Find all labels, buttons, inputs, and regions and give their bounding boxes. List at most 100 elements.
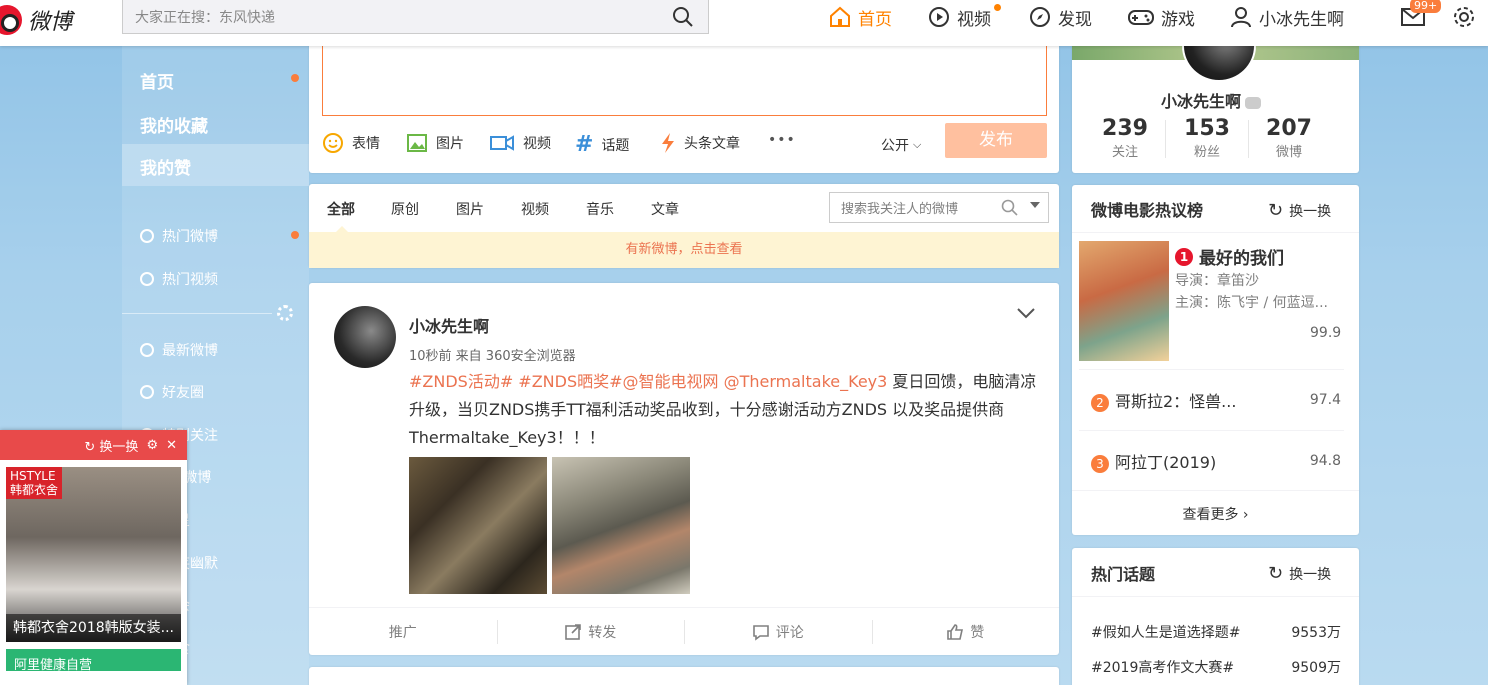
movie-1-title-text: 最好的我们 bbox=[1199, 249, 1284, 269]
refresh-icon: ↻ bbox=[1268, 200, 1284, 221]
like-button[interactable]: 赞 bbox=[871, 608, 1060, 655]
movie-see-more-link[interactable]: 查看更多 › bbox=[1072, 504, 1359, 524]
user-icon bbox=[1231, 7, 1251, 28]
ad-settings-icon[interactable]: ⚙ bbox=[146, 438, 158, 453]
stat-followers-count: 153 bbox=[1184, 116, 1230, 141]
search-icon[interactable] bbox=[1001, 199, 1019, 217]
movie-1-title[interactable]: 1 最好的我们 bbox=[1175, 244, 1284, 269]
post-photo-2[interactable] bbox=[552, 457, 690, 594]
stat-following-count: 239 bbox=[1102, 116, 1148, 141]
ad-bottom-banner[interactable]: 阿里健康自营 bbox=[6, 649, 181, 673]
tool-video[interactable]: 视频 bbox=[489, 132, 551, 154]
left-nav-home[interactable]: 首页 bbox=[140, 68, 174, 93]
stat-following[interactable]: 239 关注 bbox=[1090, 116, 1160, 160]
close-icon[interactable]: ✕ bbox=[166, 438, 177, 453]
movie-row[interactable]: 2 哥斯拉2：怪兽... 97.4 bbox=[1091, 388, 1341, 412]
nav-home[interactable]: 首页 bbox=[828, 0, 892, 34]
topic-row[interactable]: #假如人生是道选择题# 9553万 bbox=[1091, 622, 1341, 642]
chevron-down-icon: ⌵ bbox=[913, 138, 922, 151]
tool-article[interactable]: 头条文章 bbox=[660, 132, 740, 154]
post-meta: 10秒前 来自 360安全浏览器 bbox=[409, 349, 576, 364]
new-posts-notice[interactable]: 有新微博，点击查看 bbox=[309, 232, 1059, 268]
left-nav-friends[interactable]: 好友圈 bbox=[140, 382, 204, 402]
ad-brand: HSTYLE bbox=[10, 469, 56, 483]
tool-article-label: 头条文章 bbox=[684, 136, 740, 152]
hashtag-icon: # bbox=[575, 132, 594, 157]
visibility-select[interactable]: 公开 ⌵ bbox=[881, 135, 921, 155]
stat-posts[interactable]: 207 微博 bbox=[1254, 116, 1324, 160]
group-settings-gear-icon[interactable] bbox=[277, 305, 293, 321]
tool-topic-label: 话题 bbox=[601, 137, 630, 154]
hot-unread-dot bbox=[291, 231, 299, 239]
left-nav-hot-video[interactable]: 热门视频 bbox=[140, 269, 218, 289]
stat-divider bbox=[1248, 120, 1249, 158]
nav-games[interactable]: 游戏 bbox=[1127, 0, 1195, 34]
tab-all[interactable]: 全部 bbox=[327, 199, 355, 219]
post-menu-chevron-icon[interactable] bbox=[1016, 305, 1036, 321]
left-nav-divider bbox=[122, 313, 272, 314]
compass-icon bbox=[1030, 7, 1050, 27]
tool-video-label: 视频 bbox=[523, 136, 551, 152]
left-nav-latest[interactable]: 最新微博 bbox=[140, 340, 218, 360]
message-badge: 99+ bbox=[1410, 0, 1442, 13]
nav-video[interactable]: 视频 bbox=[927, 0, 991, 34]
feed-search-placeholder: 搜索我关注人的微博 bbox=[841, 202, 959, 217]
tab-video[interactable]: 视频 bbox=[521, 199, 549, 219]
profile-name-text: 小冰先生啊 bbox=[1161, 92, 1242, 111]
topic-row[interactable]: #2019高考作文大赛# 9509万 bbox=[1091, 657, 1341, 677]
comment-button[interactable]: 评论 bbox=[684, 608, 872, 655]
ad-caption: 韩都衣舍2018韩版女装... bbox=[6, 614, 181, 642]
tool-emoji[interactable]: 表情 bbox=[322, 132, 380, 154]
movie-row[interactable]: 3 阿拉丁(2019) 94.8 bbox=[1091, 449, 1341, 473]
settings-gear-icon[interactable] bbox=[1452, 5, 1476, 29]
rank-1-badge: 1 bbox=[1175, 247, 1193, 266]
stat-followers[interactable]: 153 粉丝 bbox=[1172, 116, 1242, 160]
more-tools-button[interactable]: ••• bbox=[768, 132, 796, 148]
left-nav-hot-weibo[interactable]: 热门微博 bbox=[140, 226, 218, 246]
tool-image[interactable]: 图片 bbox=[406, 132, 464, 154]
caret-down-icon[interactable] bbox=[1030, 202, 1040, 208]
repost-button[interactable]: 转发 bbox=[496, 608, 685, 655]
movie-poster[interactable] bbox=[1079, 241, 1169, 361]
nav-discover[interactable]: 发现 bbox=[1028, 0, 1092, 34]
profile-name[interactable]: 小冰先生啊 bbox=[1161, 88, 1262, 112]
visibility-label: 公开 bbox=[881, 138, 909, 154]
tool-image-label: 图片 bbox=[436, 136, 464, 152]
search-icon[interactable] bbox=[672, 6, 694, 28]
post-photo-1[interactable] bbox=[409, 457, 547, 594]
ad-refresh-button[interactable]: ↻ 换一换 bbox=[84, 436, 138, 455]
weibo-eye-icon bbox=[0, 5, 22, 35]
rank-3-badge: 3 bbox=[1091, 455, 1109, 473]
tab-articles[interactable]: 文章 bbox=[651, 199, 679, 219]
ad-image[interactable]: HSTYLE 韩都衣舍 韩都衣舍2018韩版女装... bbox=[6, 467, 181, 642]
ad-header: ↻ 换一换 ⚙ ✕ bbox=[0, 430, 187, 460]
weibo-logo[interactable]: 微博 bbox=[0, 4, 72, 36]
author-avatar[interactable] bbox=[334, 306, 396, 368]
comment-label: 评论 bbox=[775, 624, 804, 641]
tab-music[interactable]: 音乐 bbox=[586, 199, 614, 219]
left-nav-likes[interactable]: 我的赞 bbox=[140, 154, 191, 179]
home-unread-dot bbox=[291, 74, 299, 82]
stat-following-label: 关注 bbox=[1111, 145, 1138, 160]
card-divider bbox=[1079, 369, 1344, 370]
post-tags[interactable]: #ZNDS活动# #ZNDS晒奖#@智能电视网 @Thermaltake_Key… bbox=[409, 372, 887, 391]
gamepad-icon bbox=[1128, 10, 1154, 25]
movie-refresh-button[interactable]: ↻ 换一换 bbox=[1268, 200, 1331, 221]
smile-icon bbox=[323, 133, 343, 153]
tab-original[interactable]: 原创 bbox=[391, 199, 419, 219]
tab-images[interactable]: 图片 bbox=[456, 199, 484, 219]
nav-profile[interactable]: 小冰先生啊 bbox=[1229, 0, 1344, 34]
publish-button[interactable]: 发布 bbox=[945, 123, 1047, 158]
global-search[interactable]: 大家正在搜：东风快递 bbox=[122, 0, 709, 34]
movie-refresh-label: 换一换 bbox=[1289, 203, 1332, 220]
compose-textarea[interactable] bbox=[322, 40, 1047, 116]
movie-1-director: 导演：章笛沙 bbox=[1175, 273, 1259, 289]
left-nav-hot-weibo-label: 热门微博 bbox=[162, 229, 218, 245]
left-nav-favorites[interactable]: 我的收藏 bbox=[140, 112, 208, 137]
post-author[interactable]: 小冰先生啊 bbox=[409, 313, 489, 337]
promote-button[interactable]: 推广 bbox=[309, 608, 497, 655]
topics-refresh-button[interactable]: ↻ 换一换 bbox=[1268, 563, 1331, 584]
card-divider bbox=[1072, 490, 1359, 491]
tool-topic[interactable]: # 话题 bbox=[575, 132, 629, 157]
feed-search-input[interactable]: 搜索我关注人的微博 bbox=[829, 192, 1049, 223]
